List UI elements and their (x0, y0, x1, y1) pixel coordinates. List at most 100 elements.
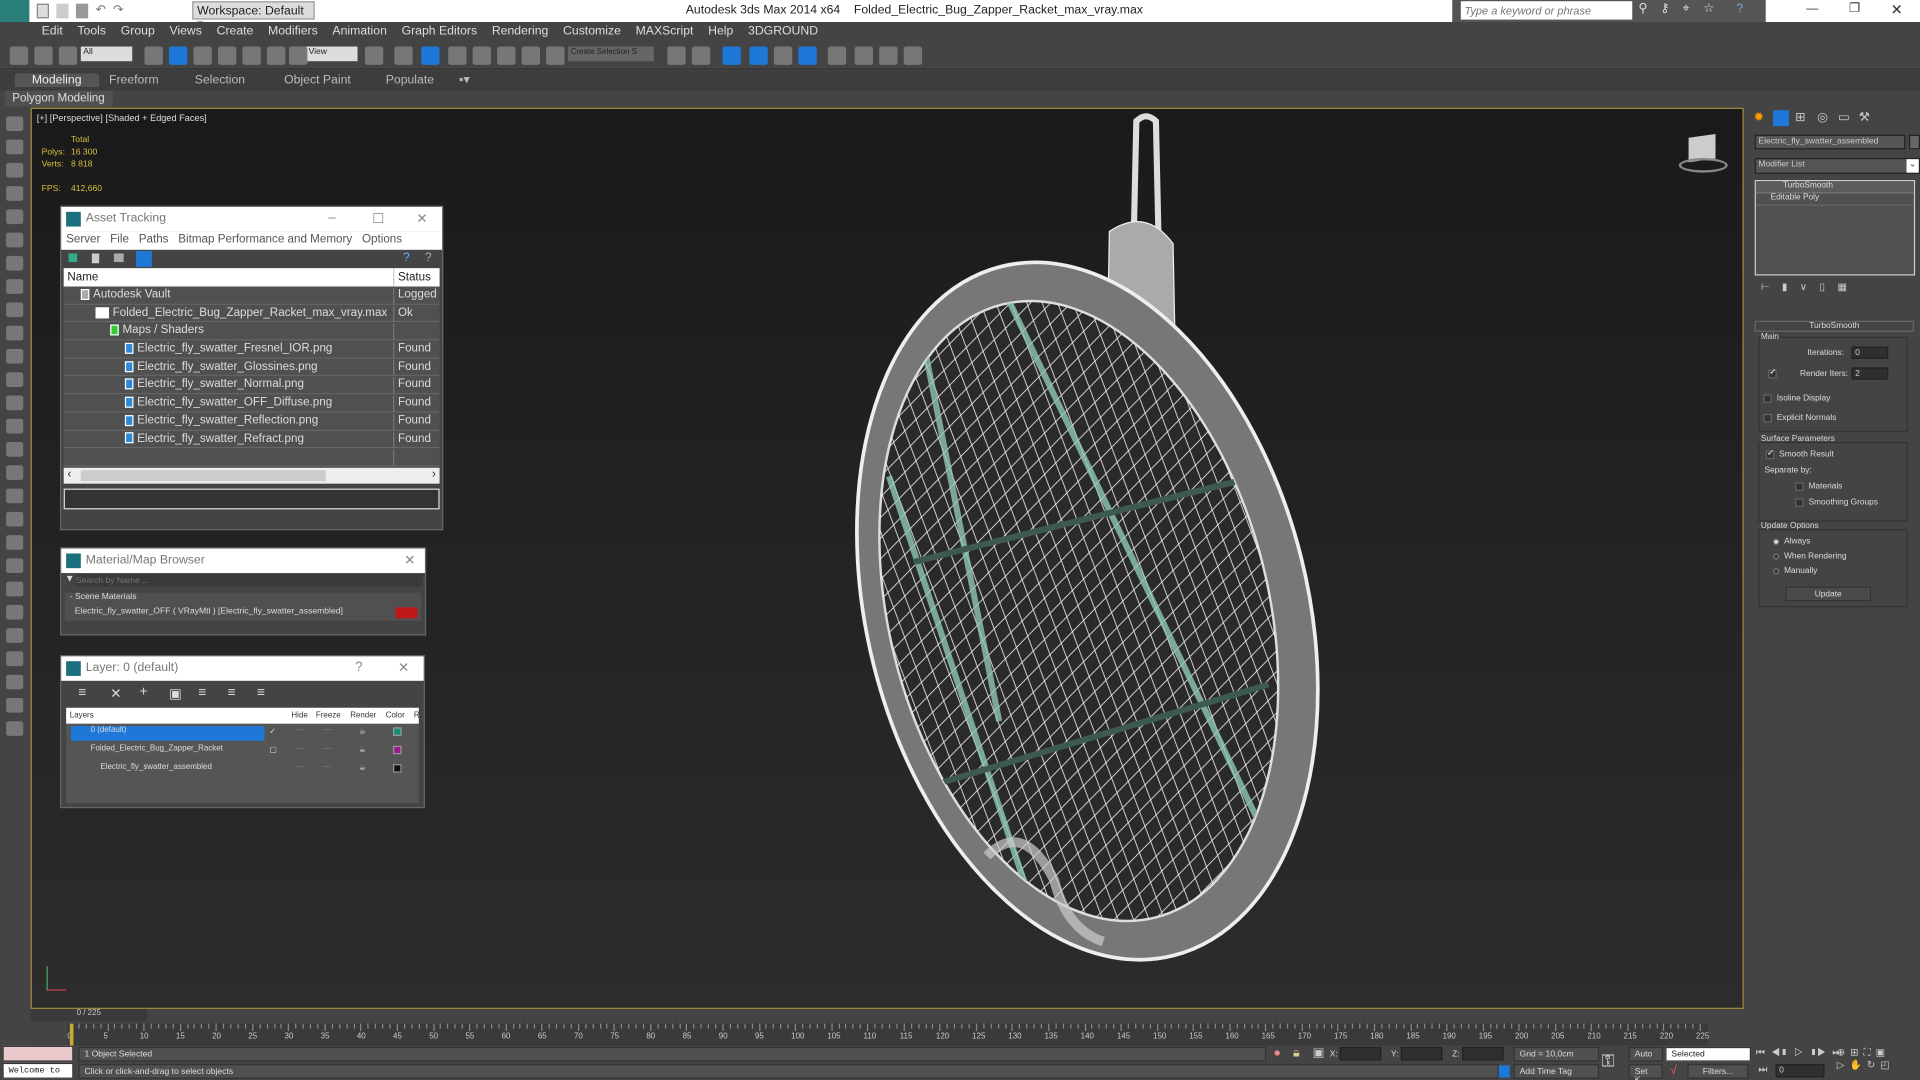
table-view-icon[interactable] (135, 251, 152, 267)
layer-explorer-icon[interactable] (749, 46, 768, 65)
when-rendering-radio[interactable] (1773, 553, 1780, 560)
asset-menu-options[interactable]: Options (362, 233, 402, 249)
hide-toggle[interactable]: — (295, 763, 303, 772)
show-end-result-icon[interactable]: ▮ (1782, 282, 1787, 293)
hide-toggle[interactable]: — (295, 726, 303, 735)
horizontal-scrollbar[interactable]: ‹ › (63, 467, 440, 484)
key-icon[interactable]: ⚷ (1660, 2, 1669, 15)
delete-layer-icon[interactable]: ✕ (110, 686, 121, 702)
column-r[interactable]: R (414, 711, 420, 720)
render-teapot-icon[interactable]: ☕︎ (359, 726, 366, 736)
menu-tools[interactable]: Tools (70, 22, 113, 43)
select-object-icon[interactable] (144, 46, 163, 65)
hierarchy-tab-icon[interactable]: ⊞ (1795, 111, 1805, 124)
settings-help-icon[interactable]: ? (425, 251, 432, 264)
zoom-extents-icon[interactable]: ⛶ (1864, 1047, 1871, 1058)
left-tool-icon[interactable] (6, 488, 24, 504)
ribbon-tab-object-paint[interactable]: Object Paint (284, 73, 351, 86)
left-tool-icon[interactable] (6, 232, 24, 248)
lock-selection-icon[interactable]: 🔒︎ (1293, 1047, 1300, 1060)
viewport-label[interactable]: [+] [Perspective] [Shaded + Edged Faces] (37, 113, 207, 124)
select-move-icon[interactable] (242, 46, 261, 65)
close-button[interactable]: ✕ (398, 660, 409, 676)
asset-row[interactable]: Autodesk Vault Logged (63, 286, 440, 305)
column-color[interactable]: Color (386, 711, 405, 720)
layer-color-swatch[interactable] (393, 727, 402, 736)
left-tool-icon[interactable] (6, 442, 24, 457)
thumbnail-view-icon[interactable] (113, 253, 124, 263)
ribbon-tab-populate[interactable]: Populate (386, 73, 434, 86)
absolute-mode-icon[interactable]: ▣ (1313, 1047, 1325, 1060)
refresh-icon[interactable] (68, 253, 78, 263)
stack-item-editable-poly[interactable]: Editable Poly (1755, 193, 1914, 206)
keyboard-shortcut-icon[interactable] (448, 46, 467, 65)
left-tool-icon[interactable] (6, 186, 24, 201)
column-hide[interactable]: Hide (291, 711, 307, 720)
select-manipulate-icon[interactable] (421, 46, 440, 65)
snaps-toggle-icon[interactable] (472, 46, 492, 65)
asset-row[interactable]: Maps / Shaders (63, 322, 440, 341)
object-color-swatch[interactable] (1908, 134, 1920, 150)
stack-item-turbosmooth[interactable]: TurboSmooth (1755, 181, 1914, 194)
ribbon-tab-selection[interactable]: Selection (195, 73, 245, 86)
binoculars-icon[interactable]: ⚲ (1638, 2, 1647, 15)
left-tool-icon[interactable] (6, 302, 24, 318)
asset-row[interactable]: Electric_fly_swatter_Fresnel_IOR.png Foun… (63, 340, 440, 359)
left-tool-icon[interactable] (6, 581, 24, 597)
menu-modifiers[interactable]: Modifiers (261, 22, 325, 43)
close-button[interactable]: ✕ (416, 211, 427, 227)
asset-menu-paths[interactable]: Paths (139, 233, 169, 249)
highlight-layer-icon[interactable]: ≡ (198, 686, 206, 701)
select-objects-icon[interactable]: ▣ (169, 686, 182, 702)
window-crossing-icon[interactable] (217, 46, 237, 65)
render-iters-checkbox[interactable] (1768, 367, 1777, 379)
graphite-toggle-icon[interactable] (773, 46, 793, 65)
materials-checkbox[interactable] (1795, 482, 1804, 492)
zoom-all-icon[interactable]: ⊞ (1850, 1047, 1858, 1058)
always-radio[interactable] (1773, 538, 1780, 545)
key-filters-button[interactable]: Filters... (1687, 1064, 1749, 1079)
close-button[interactable]: ✕ (1891, 1, 1903, 18)
left-tool-icon[interactable] (6, 325, 24, 341)
column-name[interactable]: Name (67, 271, 98, 284)
x-coordinate-field[interactable] (1339, 1046, 1382, 1061)
maximize-viewport-icon[interactable]: ◰ (1880, 1059, 1889, 1070)
left-tool-icon[interactable] (6, 511, 24, 527)
manually-radio[interactable] (1773, 568, 1780, 575)
render-production-icon[interactable] (903, 46, 923, 65)
workspace-dropdown[interactable]: Workspace: Default ▾ (192, 1, 315, 32)
asset-menu-bitmap-performance-and-memory[interactable]: Bitmap Performance and Memory (178, 233, 352, 249)
select-rotate-icon[interactable] (266, 46, 286, 65)
percent-snap-icon[interactable] (521, 46, 541, 65)
close-button[interactable]: ✕ (404, 552, 415, 568)
select-by-name-icon[interactable] (168, 46, 188, 65)
iterations-spinner[interactable]: 0 (1851, 346, 1889, 359)
left-tool-icon[interactable] (6, 697, 24, 713)
previous-frame-icon[interactable]: ◀▮ (1771, 1047, 1788, 1058)
redo-icon[interactable]: ↷ (113, 4, 123, 19)
menu-graph-editors[interactable]: Graph Editors (394, 22, 484, 43)
modify-tab-icon[interactable] (1773, 110, 1789, 127)
zoom-icon[interactable]: ⊕ (1837, 1047, 1845, 1058)
left-tool-icon[interactable] (6, 255, 24, 271)
asset-row[interactable]: Electric_fly_swatter_Reflection.png Found (63, 412, 440, 431)
freeze-toggle[interactable]: — (323, 744, 331, 753)
maximize-button[interactable]: ☐ (372, 211, 384, 227)
pan-icon[interactable]: ✋ (1849, 1059, 1861, 1070)
rendered-frame-window-icon[interactable] (879, 46, 898, 65)
minimize-button[interactable]: – (328, 211, 336, 226)
help-search-input[interactable] (1460, 1, 1633, 20)
left-tool-icon[interactable] (6, 395, 24, 411)
motion-tab-icon[interactable]: ◎ (1817, 111, 1828, 124)
add-to-layer-icon[interactable]: + (140, 684, 148, 699)
render-teapot-icon[interactable]: ☕︎ (359, 744, 366, 755)
help-button[interactable]: ? (355, 660, 363, 675)
smooth-result-checkbox[interactable] (1765, 448, 1775, 460)
help-icon[interactable]: ? (1736, 2, 1743, 15)
material-editor-icon[interactable] (827, 46, 847, 65)
freeze-all-icon[interactable]: ≡ (257, 686, 265, 701)
left-tool-icon[interactable] (6, 348, 24, 364)
selection-filter-dropdown[interactable]: All (80, 46, 133, 62)
maxscript-listener-mini[interactable] (2, 1045, 74, 1062)
material-search-input[interactable] (75, 574, 423, 587)
